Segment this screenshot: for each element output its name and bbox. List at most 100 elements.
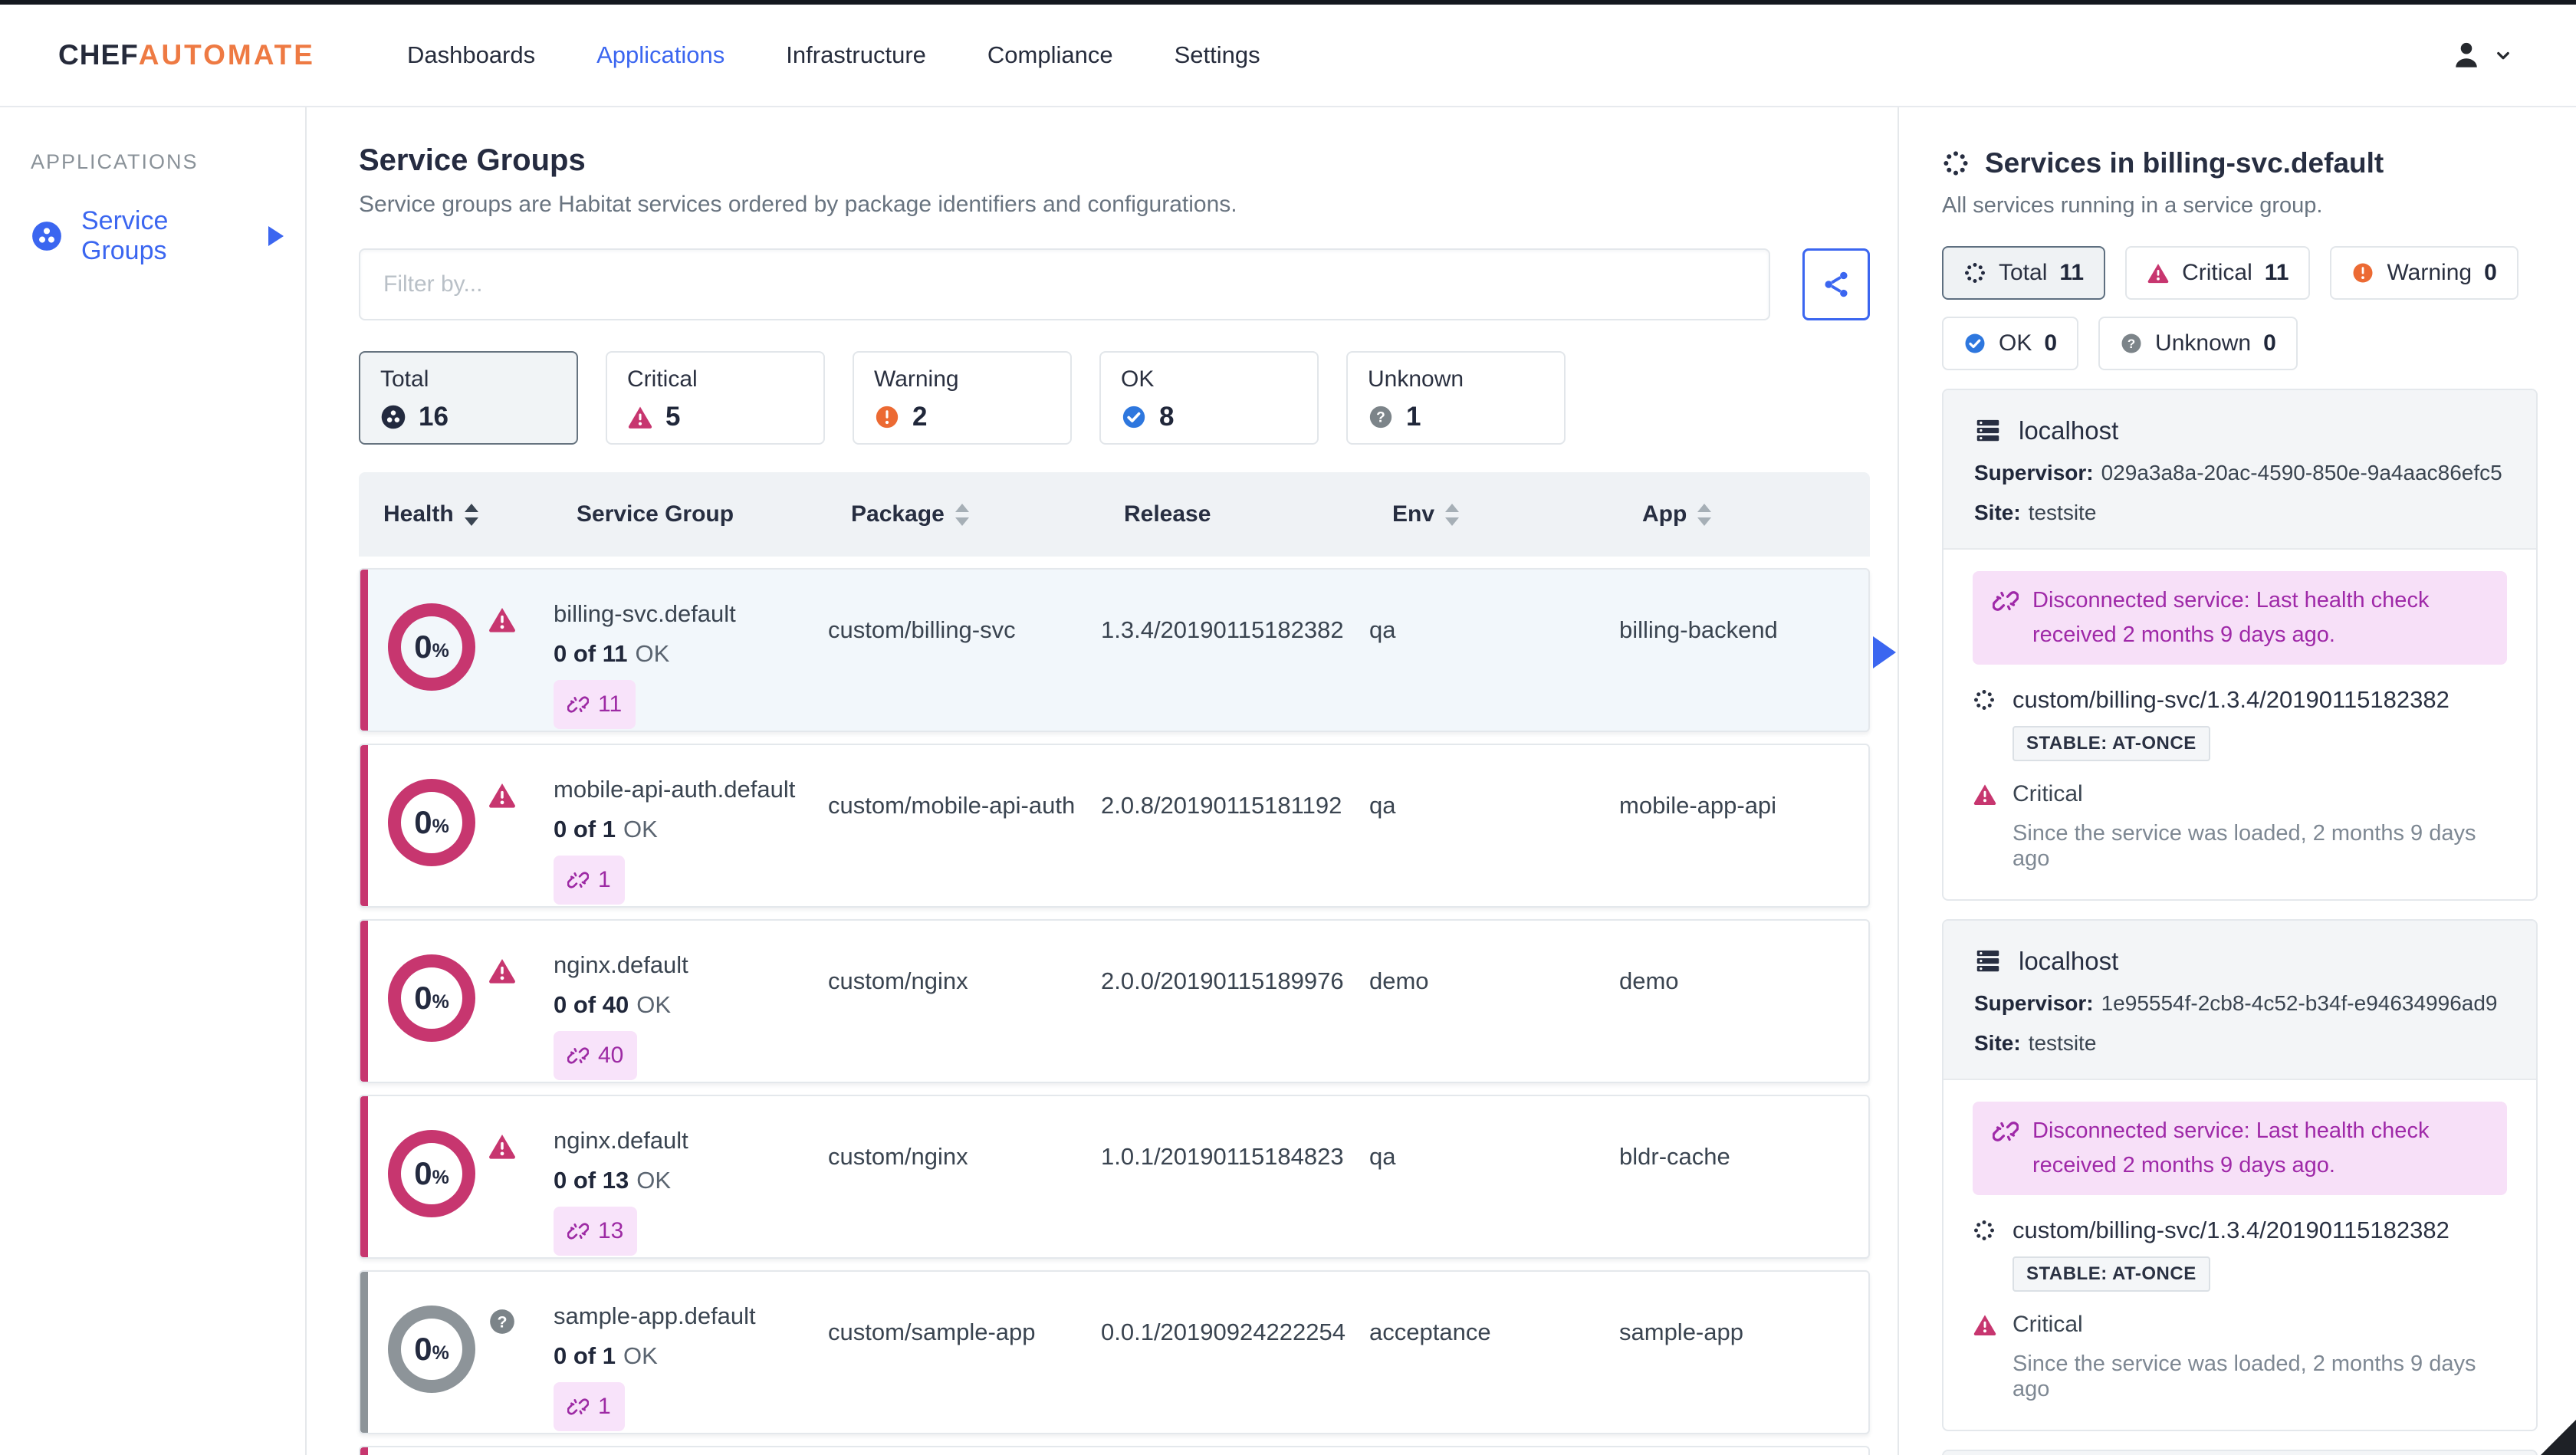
disconnected-badge[interactable]: 40 — [554, 1031, 638, 1080]
update-strategy-badge: STABLE: AT-ONCE — [2013, 726, 2210, 761]
pill-value: 11 — [2264, 260, 2289, 285]
package-cell: custom/sample-app — [828, 1319, 1036, 1345]
critical-triangle-icon — [488, 605, 517, 634]
service-status: Critical — [2013, 1312, 2083, 1337]
ok-count: 0 of 13 — [554, 1167, 629, 1194]
stat-card-warning[interactable]: Warning 2 — [853, 351, 1072, 445]
pill-value: 11 — [2059, 260, 2085, 285]
table-row-partial[interactable] — [359, 1446, 1870, 1455]
package-cell: custom/billing-svc — [828, 616, 1016, 643]
pill-label: OK — [1999, 330, 2032, 356]
table-row[interactable]: 0% nginx.default 0 of 40 OK 40 custom/ngi… — [359, 919, 1870, 1083]
service-status: Critical — [2013, 781, 2083, 806]
disconnected-badge[interactable]: 11 — [554, 680, 636, 729]
ok-count: 0 of 1 — [554, 816, 616, 842]
supervisor-label: Supervisor: — [1974, 991, 2094, 1015]
critical-triangle-icon — [1973, 782, 1997, 806]
stat-card-ok[interactable]: OK 8 — [1099, 351, 1319, 445]
panel-pill-ok[interactable]: OK 0 — [1942, 317, 2079, 370]
ok-suffix: OK — [635, 640, 670, 667]
panel-subtitle: All services running in a service group. — [1942, 193, 2323, 218]
column-label: Release — [1124, 501, 1211, 527]
stat-card-unknown[interactable]: Unknown 1 — [1346, 351, 1566, 445]
pill-label: Total — [1999, 260, 2048, 285]
service-group-cell: billing-svc.default 0 of 11 OK 11 — [554, 570, 828, 731]
disconnected-alert-text: Disconnected service: Last health check … — [2032, 588, 2430, 647]
host-name: localhost — [2019, 416, 2119, 445]
sidebar-item-service-groups[interactable]: Service Groups — [31, 206, 284, 266]
service-card[interactable]: localhost Supervisor: 029a3a8a-20ac-4590-… — [1942, 389, 2538, 901]
unknown-circle-icon — [1368, 404, 1394, 430]
app-cell: sample-app — [1619, 1319, 1743, 1345]
column-header-package[interactable]: Package — [851, 501, 1124, 527]
panel-pill-critical[interactable]: Critical 11 — [2125, 246, 2311, 300]
health-donut: 0% — [388, 954, 475, 1042]
health-percent: 0 — [414, 804, 432, 840]
disconnected-alert: Disconnected service: Last health check … — [1973, 571, 2507, 665]
sort-arrows-icon — [1697, 503, 1712, 526]
stat-card-critical[interactable]: Critical 5 — [606, 351, 825, 445]
site-label: Site: — [1974, 1031, 2021, 1055]
health-percent: 0 — [414, 980, 432, 1016]
pill-label: Critical — [2182, 260, 2252, 285]
column-header-app[interactable]: App — [1642, 501, 1870, 527]
filter-input[interactable] — [359, 248, 1770, 320]
ok-suffix: OK — [636, 991, 672, 1018]
chevron-down-icon — [2492, 44, 2515, 67]
disconnected-badge[interactable]: 13 — [554, 1207, 638, 1256]
table-row[interactable]: 0% nginx.default 0 of 13 OK 13 custom/ngi… — [359, 1095, 1870, 1259]
service-card-header: localhost Supervisor: 029a3a8a-20ac-4590-… — [1944, 390, 2536, 550]
service-card[interactable]: localhost Supervisor: 1e95554f-2cb8-4c52-… — [1942, 919, 2538, 1431]
column-label: Package — [851, 501, 945, 527]
user-menu[interactable] — [2449, 38, 2515, 73]
nav-settings[interactable]: Settings — [1175, 41, 1260, 69]
column-header-service-group[interactable]: Service Group — [577, 501, 851, 527]
nav-infrastructure[interactable]: Infrastructure — [786, 41, 926, 69]
health-percent-sign: % — [432, 639, 449, 662]
stat-value: 1 — [1406, 402, 1421, 432]
sort-arrows-icon — [464, 503, 478, 526]
panel-pill-unknown[interactable]: Unknown 0 — [2098, 317, 2298, 370]
pill-label: Unknown — [2155, 330, 2252, 356]
stat-label: Critical — [627, 366, 698, 392]
chef-automate-logo[interactable]: CHEFAUTOMATE — [58, 39, 315, 71]
panel-pill-total[interactable]: Total 11 — [1942, 246, 2106, 300]
column-header-release[interactable]: Release — [1124, 501, 1392, 527]
pill-value: 0 — [2263, 330, 2276, 356]
ok-circle-icon — [1121, 404, 1147, 430]
stat-value: 8 — [1159, 402, 1175, 432]
disconnected-badge[interactable]: 1 — [554, 856, 625, 905]
disconnected-icon — [567, 1396, 589, 1417]
service-group-cell: mobile-api-auth.default 0 of 1 OK 1 — [554, 745, 828, 906]
server-icon — [1974, 948, 2002, 975]
package-dots-icon — [1973, 1219, 1996, 1242]
panel-pill-warning[interactable]: Warning 0 — [2330, 246, 2518, 300]
nav-dashboards[interactable]: Dashboards — [407, 41, 535, 69]
column-header-health[interactable]: Health — [383, 501, 577, 527]
pill-value: 0 — [2484, 260, 2497, 285]
service-card[interactable]: localhost Supervisor:2fb65869-de1b-4341-… — [1942, 1450, 2538, 1455]
disconnected-badge[interactable]: 1 — [554, 1382, 625, 1431]
sort-arrows-icon — [955, 503, 969, 526]
table-row[interactable]: 0% billing-svc.default 0 of 11 OK 11 cust… — [359, 568, 1870, 732]
stat-value: 5 — [665, 402, 681, 432]
disconnected-icon — [567, 1045, 589, 1066]
package-identifier: custom/billing-svc/1.3.4/20190115182382 — [2013, 686, 2450, 713]
nav-compliance[interactable]: Compliance — [987, 41, 1113, 69]
critical-triangle-icon — [2147, 261, 2170, 284]
logo-automate: AUTOMATE — [138, 39, 315, 71]
column-label: Env — [1392, 501, 1435, 527]
column-header-env[interactable]: Env — [1392, 501, 1642, 527]
share-button[interactable] — [1802, 248, 1870, 320]
services-panel: Services in billing-svc.default All serv… — [1898, 107, 2576, 1455]
service-group-dots-icon — [1963, 261, 1986, 284]
health-cell: 0% — [360, 745, 554, 906]
nav-applications[interactable]: Applications — [596, 41, 724, 69]
service-card-body: Disconnected service: Last health check … — [1944, 550, 2536, 899]
stat-card-total[interactable]: Total 16 — [359, 351, 578, 445]
table-row[interactable]: 0% sample-app.default 0 of 1 OK 1 custom/… — [359, 1270, 1870, 1434]
table-row[interactable]: 0% mobile-api-auth.default 0 of 1 OK 1 cu… — [359, 744, 1870, 908]
release-cell: 2.0.8/20190115181192 — [1101, 792, 1342, 819]
health-cell: 0% — [360, 1272, 554, 1433]
release-cell: 1.0.1/20190115184823 — [1101, 1143, 1344, 1170]
